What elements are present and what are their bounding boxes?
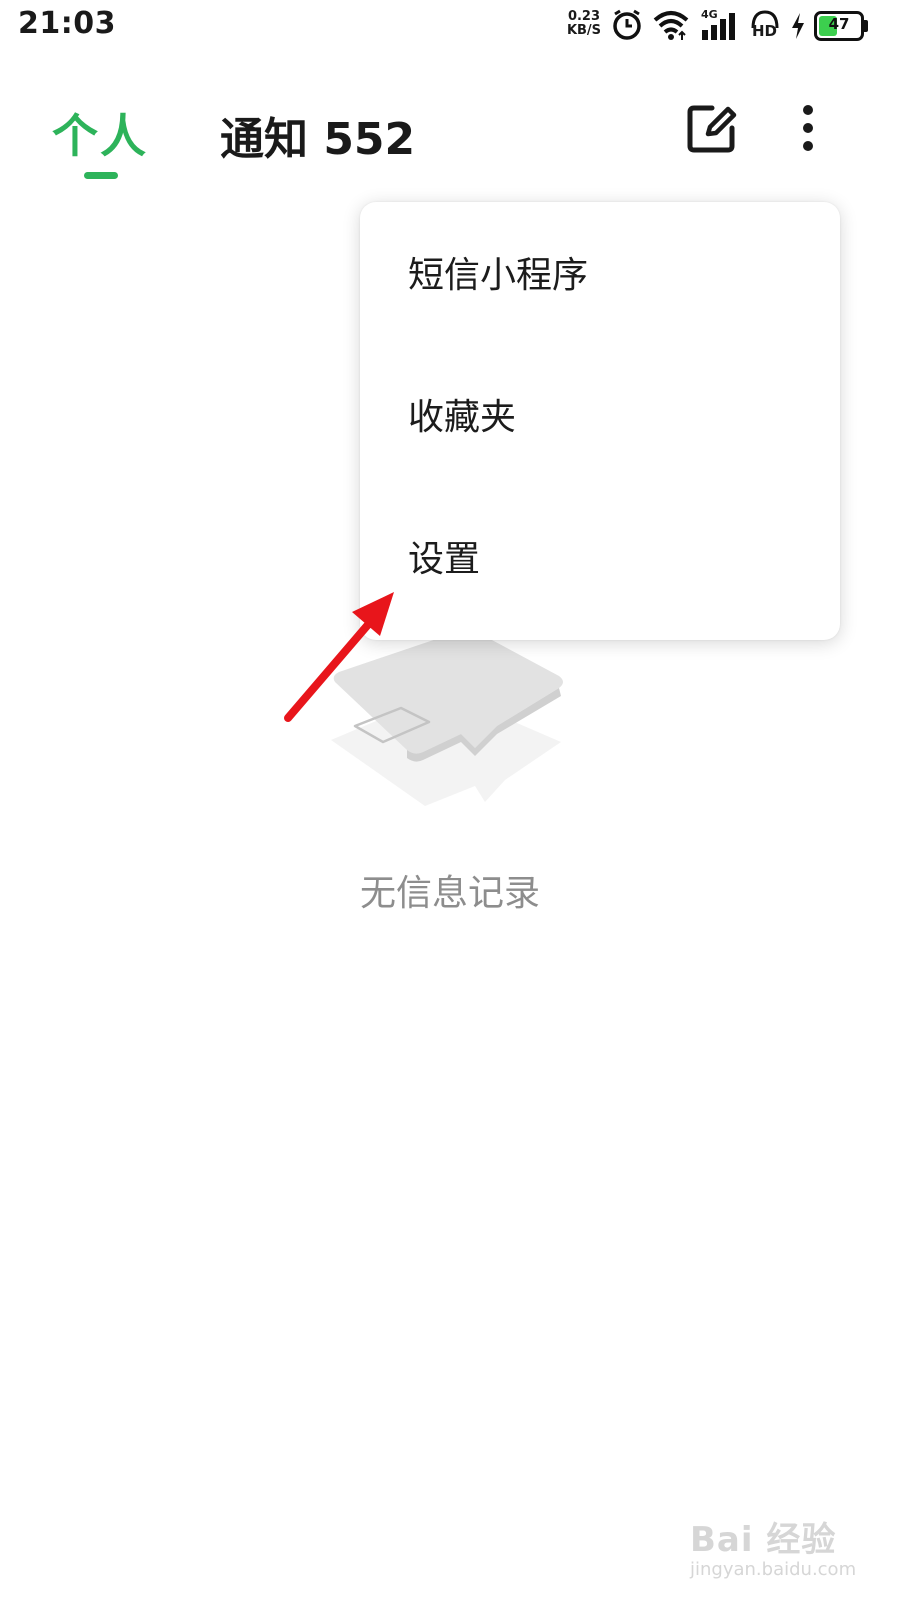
compose-icon[interactable] — [684, 100, 740, 156]
signal-icon — [702, 13, 735, 40]
alarm-icon — [613, 9, 641, 40]
menu-item-favorites[interactable]: 收藏夹 — [360, 344, 840, 484]
hd-label: HD — [752, 22, 778, 40]
tab-personal[interactable]: 个人 — [52, 100, 148, 166]
charging-icon — [792, 13, 804, 39]
battery-icon: 47 — [814, 11, 864, 41]
watermark: Bai 经验 jingyan.baidu.com — [690, 1512, 856, 1580]
menu-item-sms-miniprogram[interactable]: 短信小程序 — [360, 202, 840, 342]
empty-state-text: 无信息记录 — [359, 873, 540, 914]
red-arrow-icon — [284, 592, 394, 722]
tab-notifications[interactable]: 通知 552 — [220, 103, 415, 167]
tab-active-indicator — [84, 172, 118, 179]
wifi-icon — [653, 11, 689, 40]
more-vertical-icon[interactable] — [788, 100, 828, 156]
watermark-brand: Bai 经验 — [690, 1520, 837, 1560]
network-speed-value: 0.23 — [567, 9, 601, 24]
overflow-menu: 短信小程序 收藏夹 设置 — [360, 202, 840, 640]
menu-item-label: 设置 — [408, 539, 481, 580]
battery-percent: 47 — [828, 15, 850, 33]
network-speed-unit: KB/S — [566, 23, 602, 38]
network-speed: 0.23 KB/S — [566, 10, 602, 38]
menu-item-settings[interactable]: 设置 — [360, 486, 840, 626]
watermark-url: jingyan.baidu.com — [690, 1559, 857, 1580]
status-time: 21:03 — [18, 6, 116, 41]
menu-item-label: 短信小程序 — [408, 255, 589, 296]
battery-tip — [864, 20, 868, 32]
status-bar: 21:03 0.23 KB/S 4G HD 47 — [0, 0, 900, 52]
menu-item-label: 收藏夹 — [408, 397, 517, 438]
